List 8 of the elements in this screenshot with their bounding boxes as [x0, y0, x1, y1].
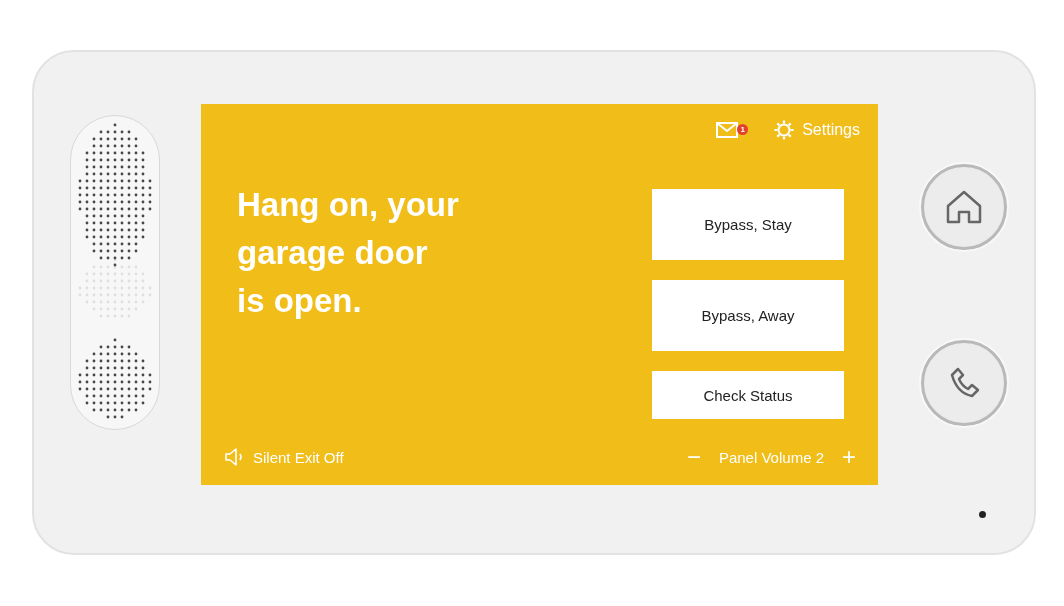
- panel-volume-label: Panel Volume 2: [718, 448, 824, 466]
- action-button[interactable]: Bypass, Stay: [652, 189, 844, 260]
- action-button[interactable]: Check Status: [652, 371, 844, 419]
- alert-message: Hang on, your garage door is open.: [237, 185, 459, 321]
- indicator-dot: [979, 511, 986, 518]
- message-count-badge: 1: [737, 124, 749, 135]
- settings-icon: [774, 120, 795, 140]
- action-button[interactable]: Bypass, Away: [652, 280, 844, 351]
